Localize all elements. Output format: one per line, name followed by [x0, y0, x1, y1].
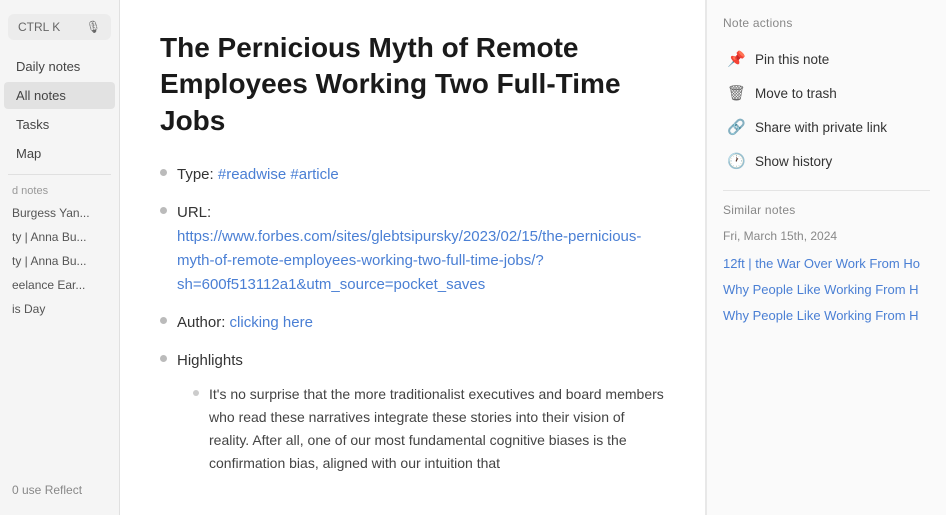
url-field: URL: https://www.forbes.com/sites/glebts… — [177, 201, 665, 297]
list-item-highlights: Highlights It's no surprise that the mor… — [160, 349, 665, 475]
type-tags[interactable]: #readwise #article — [218, 166, 339, 183]
sidebar-note-item[interactable]: ty | Anna Bu... — [0, 225, 119, 249]
search-shortcut: CTRL K — [18, 20, 60, 34]
move-to-trash-label: Move to trash — [755, 86, 837, 101]
sub-bullet-icon — [193, 390, 199, 396]
similar-note-item-3[interactable]: Why People Like Working From H — [723, 303, 930, 329]
show-history-action[interactable]: 🕐 Show history — [723, 144, 930, 178]
article-title: The Pernicious Myth of Remote Employees … — [160, 30, 665, 139]
sidebar-section-label: d notes — [0, 181, 119, 201]
move-to-trash-action[interactable]: 🗑 Move to trash — [723, 76, 930, 110]
list-item-url: URL: https://www.forbes.com/sites/glebts… — [160, 201, 665, 297]
sidebar-item-all-notes[interactable]: All notes — [4, 82, 115, 109]
similar-note-item-1[interactable]: 12ft | the War Over Work From Ho — [723, 251, 930, 277]
similar-notes-title: Similar notes — [723, 203, 930, 217]
trash-icon: 🗑 — [727, 84, 745, 102]
history-icon: 🕐 — [727, 152, 745, 170]
mic-icon[interactable]: 🎙 — [86, 20, 101, 34]
link-icon: 🔗 — [727, 118, 745, 136]
similar-note-item-2[interactable]: Why People Like Working From H — [723, 277, 930, 303]
highlights-label: Highlights — [177, 352, 243, 369]
search-bar[interactable]: CTRL K 🎙 — [8, 14, 111, 40]
author-field: Author: clicking here — [177, 311, 313, 335]
bullet-icon — [160, 169, 167, 176]
content-list: Type: #readwise #article URL: https://ww… — [160, 163, 665, 475]
list-item-type: Type: #readwise #article — [160, 163, 665, 187]
show-history-label: Show history — [755, 154, 832, 169]
bullet-icon — [160, 207, 167, 214]
pin-note-label: Pin this note — [755, 52, 829, 67]
sidebar-footer[interactable]: 0 use Reflect — [0, 475, 119, 505]
pin-note-action[interactable]: 📌 Pin this note — [723, 42, 930, 76]
type-field: Type: #readwise #article — [177, 163, 339, 187]
sidebar-note-item[interactable]: Burgess Yan... — [0, 201, 119, 225]
sidebar: CTRL K 🎙 Daily notes All notes Tasks Map… — [0, 0, 120, 515]
sidebar-item-map[interactable]: Map — [4, 140, 115, 167]
sidebar-nav: Daily notes All notes Tasks Map — [0, 52, 119, 168]
similar-note-date: Fri, March 15th, 2024 — [723, 229, 930, 243]
author-link[interactable]: clicking here — [230, 314, 313, 331]
highlight-item: It's no surprise that the more tradition… — [177, 383, 665, 475]
note-actions-title: Note actions — [723, 16, 930, 30]
main-content: The Pernicious Myth of Remote Employees … — [120, 0, 706, 515]
bullet-icon — [160, 355, 167, 362]
sidebar-divider — [8, 174, 111, 175]
pin-icon: 📌 — [727, 50, 745, 68]
sidebar-item-daily-notes[interactable]: Daily notes — [4, 53, 115, 80]
sidebar-note-item[interactable]: is Day — [0, 297, 119, 321]
sidebar-item-tasks[interactable]: Tasks — [4, 111, 115, 138]
right-panel: Note actions 📌 Pin this note 🗑 Move to t… — [706, 0, 946, 515]
article-url-link[interactable]: https://www.forbes.com/sites/glebtsipurs… — [177, 228, 641, 293]
share-link-label: Share with private link — [755, 120, 887, 135]
list-item-author: Author: clicking here — [160, 311, 665, 335]
bullet-icon — [160, 317, 167, 324]
sidebar-note-item[interactable]: ty | Anna Bu... — [0, 249, 119, 273]
panel-divider — [723, 190, 930, 191]
sub-list: It's no surprise that the more tradition… — [177, 383, 665, 475]
share-link-action[interactable]: 🔗 Share with private link — [723, 110, 930, 144]
highlight-text: It's no surprise that the more tradition… — [209, 383, 665, 475]
sidebar-note-item[interactable]: eelance Ear... — [0, 273, 119, 297]
